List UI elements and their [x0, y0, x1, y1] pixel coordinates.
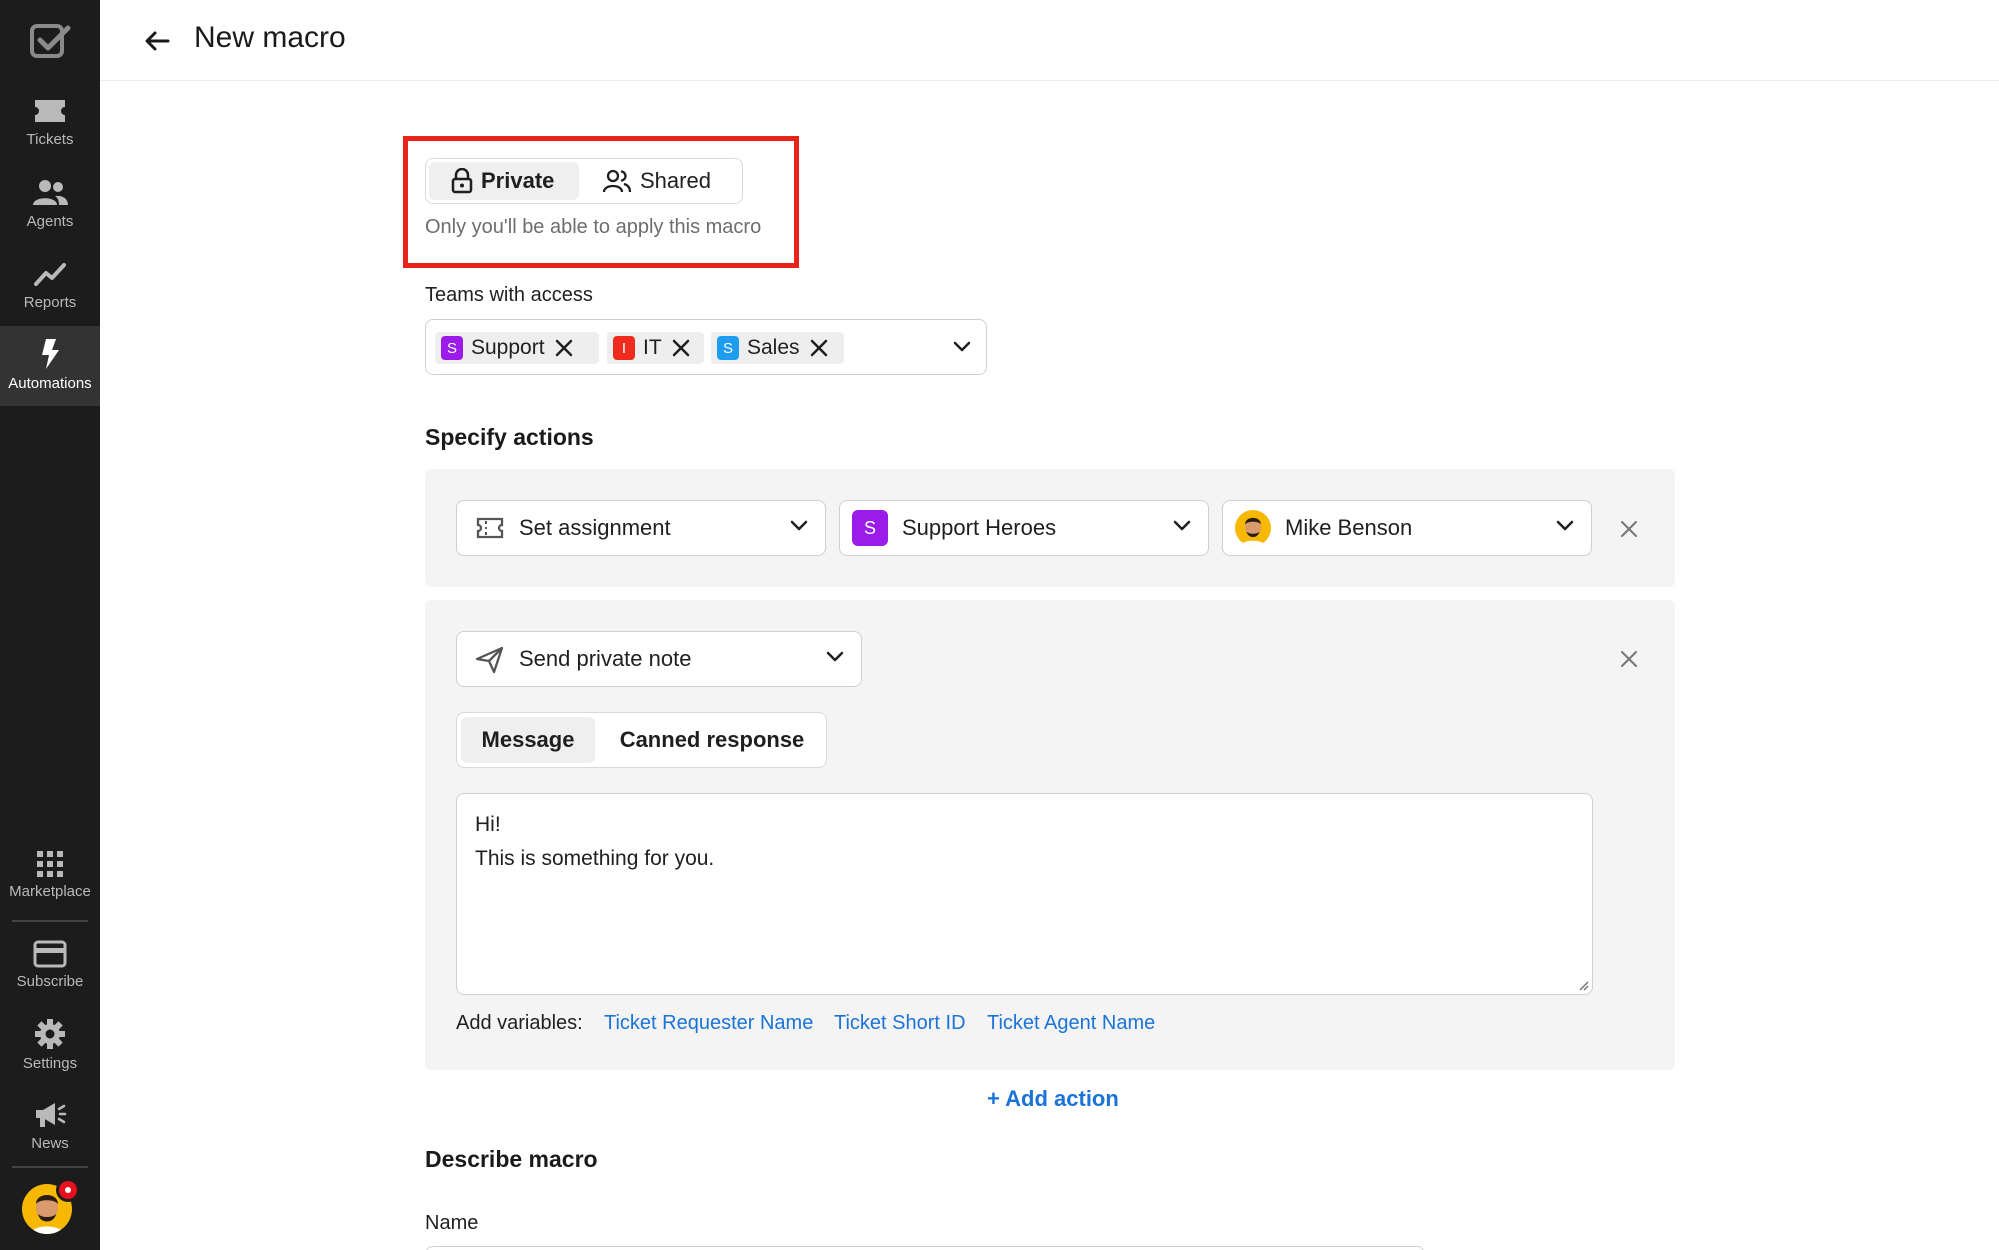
team-select-label: Support Heroes [902, 515, 1057, 540]
card-icon [33, 940, 67, 968]
visibility-hint: Only you'll be able to apply this macro [425, 216, 762, 238]
specify-actions-title: Specify actions [425, 424, 594, 450]
action-type-label: Set assignment [519, 515, 671, 540]
sidebar-item-automations[interactable]: Automations [0, 326, 100, 406]
tab-canned-response[interactable]: Canned response [603, 717, 821, 763]
chevron-down-icon [1173, 520, 1191, 531]
sidebar-item-label: Automations [8, 375, 92, 392]
sidebar-item-label: Subscribe [16, 973, 84, 990]
agent-select-label: Mike Benson [1285, 515, 1413, 540]
remove-chip-icon[interactable] [672, 339, 690, 357]
sidebar-divider [12, 1166, 88, 1168]
send-icon [475, 646, 504, 674]
chevron-down-icon [1556, 520, 1574, 531]
megaphone-icon [36, 1103, 67, 1127]
action-type-select[interactable]: Send private note [456, 631, 862, 687]
users-icon [602, 169, 632, 193]
chevron-down-icon [790, 520, 808, 531]
action-type-label: Send private note [519, 646, 692, 671]
add-variables-label: Add variables: [456, 1012, 583, 1034]
lock-icon [451, 168, 473, 194]
add-action-button[interactable]: + Add action [987, 1086, 1119, 1112]
sidebar-divider [12, 920, 88, 922]
name-label: Name [425, 1212, 479, 1234]
sidebar-item-agents[interactable]: Agents [0, 178, 100, 236]
grid-icon [37, 851, 63, 877]
ticket-outline-icon [476, 517, 504, 539]
person-face-icon [1240, 517, 1266, 546]
variable-link-short-id[interactable]: Ticket Short ID [834, 1012, 966, 1035]
sidebar-item-subscribe[interactable]: Subscribe [0, 940, 100, 998]
remove-chip-icon[interactable] [555, 339, 573, 357]
sidebar-item-tickets[interactable]: Tickets [0, 96, 100, 154]
teams-multiselect[interactable]: S Support I IT S Sales [425, 319, 987, 375]
describe-macro-title: Describe macro [425, 1146, 598, 1172]
sidebar-item-label: Agents [26, 213, 74, 230]
remove-action-icon[interactable] [1620, 650, 1638, 668]
ticket-icon [35, 100, 65, 122]
team-badge: I [613, 336, 635, 360]
sidebar-item-label: Reports [23, 294, 77, 311]
team-chip-sales: S Sales [711, 332, 844, 364]
notification-dot [56, 1178, 80, 1202]
sidebar-item-label: Marketplace [9, 883, 91, 900]
sidebar-item-marketplace[interactable]: Marketplace [0, 850, 100, 908]
chevron-down-icon [826, 651, 844, 662]
sidebar-item-settings[interactable]: Settings [0, 1018, 100, 1076]
private-button[interactable]: Private [429, 162, 579, 200]
remove-action-icon[interactable] [1620, 520, 1638, 538]
team-badge: S [852, 510, 888, 546]
sidebar-item-label: Settings [22, 1055, 78, 1072]
sidebar-item-reports[interactable]: Reports [0, 259, 100, 317]
teams-label: Teams with access [425, 284, 593, 306]
message-tabs: Message Canned response [456, 712, 827, 768]
page-header: New macro [100, 0, 1999, 81]
team-badge: S [717, 336, 739, 360]
page-title: New macro [194, 21, 346, 54]
message-textarea[interactable] [456, 793, 1593, 995]
variable-link-requester-name[interactable]: Ticket Requester Name [604, 1012, 813, 1035]
shared-label: Shared [640, 168, 711, 193]
user-avatar[interactable] [22, 1178, 80, 1234]
team-chip-support: S Support [435, 332, 599, 364]
name-input[interactable] [425, 1246, 1425, 1250]
gear-icon [35, 1019, 65, 1049]
action-type-select[interactable]: Set assignment [456, 500, 826, 556]
remove-chip-icon[interactable] [810, 339, 828, 357]
agent-select[interactable]: Mike Benson [1222, 500, 1592, 556]
team-chip-it: I IT [607, 332, 704, 364]
team-chip-label: Sales [747, 336, 800, 359]
shared-button[interactable]: Shared [586, 162, 736, 200]
lightning-icon [42, 339, 59, 369]
sidebar-item-label: Tickets [26, 131, 74, 148]
sidebar-item-label: News [31, 1135, 69, 1152]
team-badge: S [441, 336, 463, 360]
sidebar: Tickets Agents Reports Automations Marke… [0, 0, 100, 1250]
action-card-assignment: Set assignment S Support Heroes Mike Ben… [425, 469, 1675, 587]
reports-icon [34, 263, 66, 286]
sidebar-item-news[interactable]: News [0, 1100, 100, 1158]
resize-handle-icon[interactable] [1579, 981, 1589, 991]
agent-avatar [1235, 510, 1271, 546]
private-label: Private [481, 168, 555, 193]
team-chip-label: Support [471, 336, 545, 359]
variable-link-agent-name[interactable]: Ticket Agent Name [987, 1012, 1155, 1035]
app-logo-icon[interactable] [28, 22, 72, 62]
visibility-toggle: Private Shared [425, 158, 743, 204]
tab-message[interactable]: Message [461, 717, 595, 763]
team-select[interactable]: S Support Heroes [839, 500, 1209, 556]
chevron-down-icon [953, 341, 971, 352]
team-chip-label: IT [643, 336, 662, 359]
agents-icon [33, 180, 68, 205]
back-arrow-icon[interactable] [140, 24, 174, 58]
